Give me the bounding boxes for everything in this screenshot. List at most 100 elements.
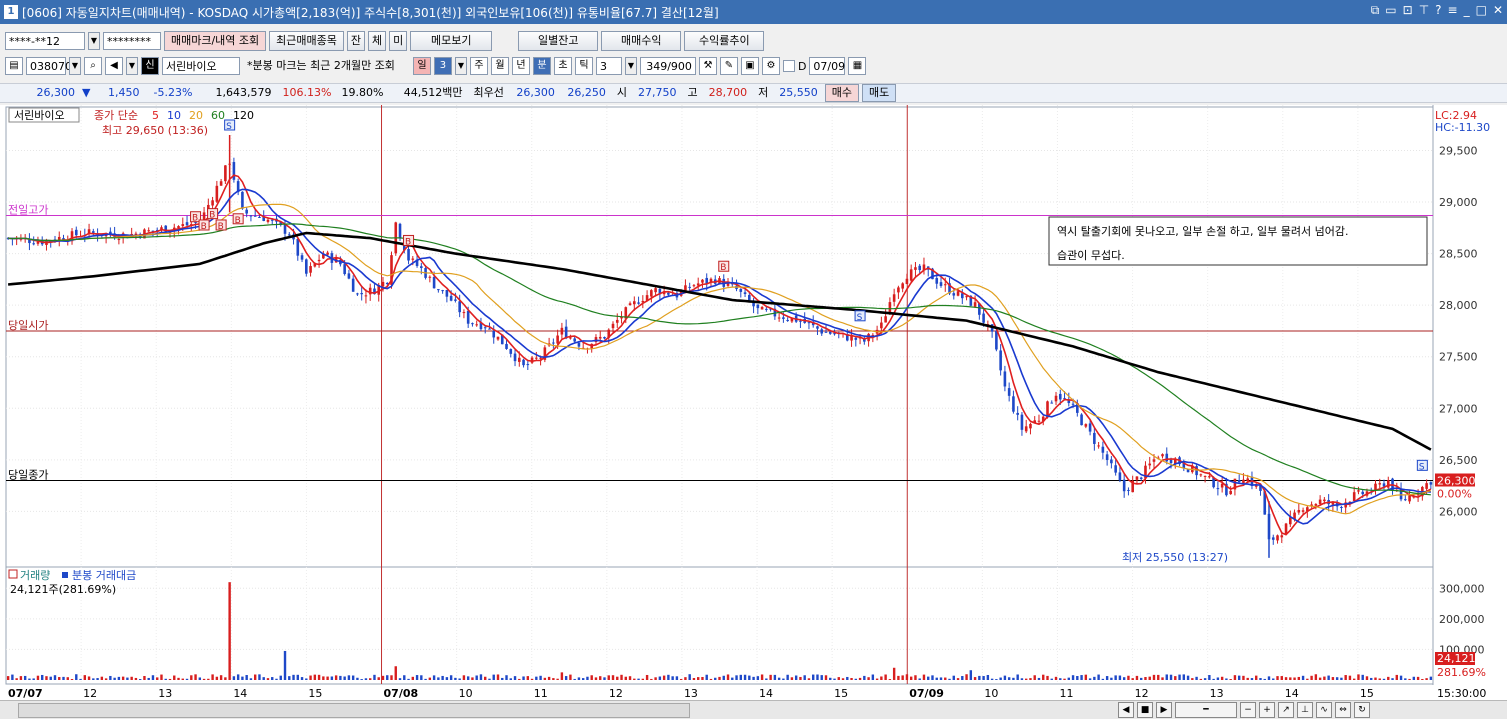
volume-bar <box>799 676 802 680</box>
period-value-field[interactable]: 3 <box>433 57 452 75</box>
date-input[interactable]: 07/09 <box>809 57 846 75</box>
chart-area[interactable]: 전일고가 당일시가 당일종가 29,500 29,000 28,500 28,000 27,… <box>0 105 1507 700</box>
close-icon[interactable]: ✕ <box>1493 3 1503 18</box>
refresh-icon[interactable]: ↻ <box>1354 702 1370 718</box>
chart-style-icon[interactable]: ↗ <box>1278 702 1294 718</box>
return-trend-button[interactable]: 수익률추이 <box>684 31 765 51</box>
interval-input[interactable]: 3 <box>595 57 622 75</box>
period-week-button[interactable]: 주 <box>469 57 488 75</box>
volume-bar <box>181 678 184 680</box>
zoom-slider[interactable]: ━ <box>1175 702 1237 718</box>
candle-body <box>317 259 321 262</box>
fit-icon[interactable]: ⇔ <box>1335 702 1351 718</box>
candle-body <box>28 239 31 244</box>
gear-icon[interactable]: ⚙ <box>761 57 780 75</box>
candle-body <box>573 338 576 342</box>
period-second-button[interactable]: 초 <box>553 57 572 75</box>
minimize-icon[interactable]: _ <box>1464 3 1470 18</box>
stock-code-input[interactable]: 038070 <box>26 57 72 75</box>
trade-profit-button[interactable]: 매매수익 <box>601 31 682 51</box>
speaker-dropdown-icon[interactable]: ▼ <box>126 57 138 75</box>
volume-bar <box>522 676 525 680</box>
volume-bar <box>726 674 730 680</box>
candle-body <box>92 231 95 233</box>
period-day-button[interactable]: 일 <box>412 57 431 75</box>
save-icon[interactable]: ▣ <box>740 57 759 75</box>
candle-style-icon[interactable]: ⊥ <box>1297 702 1313 718</box>
stock-code-dropdown-icon[interactable]: ▼ <box>69 57 81 75</box>
account-input[interactable]: ****-**12 <box>5 32 85 50</box>
sell-button[interactable]: 매도 <box>861 84 897 102</box>
unfilled-button[interactable]: 미 <box>389 31 408 51</box>
candle-body <box>245 209 248 214</box>
prev-icon[interactable]: ◀ <box>1118 702 1134 718</box>
volume-bar <box>87 676 91 680</box>
search-icon[interactable]: ⌕ <box>84 57 102 75</box>
chart-scrollbar[interactable]: ◀ ■ ▶ ━ − + ↗ ⊥ ∿ ⇔ ↻ <box>0 700 1507 719</box>
volume-bar <box>1059 678 1062 680</box>
volume-bar <box>684 677 687 680</box>
volume-bar <box>104 678 108 680</box>
period-minute-button[interactable]: 분 <box>532 57 551 75</box>
volume-bar <box>577 677 581 680</box>
restore-icon[interactable]: □ <box>1476 3 1487 18</box>
candle-body <box>249 215 253 217</box>
volume-bar <box>228 582 231 680</box>
popup-icon[interactable]: ⊡ <box>1403 3 1413 18</box>
recent-items-button[interactable]: 최근매매종목 <box>269 31 344 51</box>
count-field[interactable]: 349/900 <box>639 57 696 75</box>
price-chart[interactable]: 전일고가당일시가당일종가 29,500 29,000 28,500 28,000 27,… <box>0 105 1507 700</box>
pin-icon[interactable]: ⊤ <box>1419 3 1429 18</box>
volume-bar <box>79 678 82 680</box>
interval-dropdown-icon[interactable]: ▼ <box>624 57 637 75</box>
calendar-icon[interactable]: ▦ <box>848 57 867 75</box>
period-year-button[interactable]: 년 <box>511 57 530 75</box>
shrink-icon[interactable]: ▭ <box>1385 3 1396 18</box>
scroll-thumb[interactable] <box>18 703 690 718</box>
volume-bar <box>326 676 329 680</box>
volume-bar <box>313 674 317 680</box>
period-dropdown-icon[interactable]: ▼ <box>454 57 467 75</box>
zoom-out-icon[interactable]: − <box>1240 702 1256 718</box>
memo-button[interactable]: 메모보기 <box>410 31 493 51</box>
volume-bar <box>1421 678 1424 680</box>
speaker-icon[interactable]: ◀ <box>105 57 123 75</box>
period-month-button[interactable]: 월 <box>490 57 509 75</box>
volume-bar <box>1425 678 1428 680</box>
volume-bar <box>961 676 964 680</box>
next-icon[interactable]: ▶ <box>1156 702 1172 718</box>
help-icon[interactable]: ? <box>1435 3 1441 18</box>
volume-bar <box>628 676 632 680</box>
balance-button[interactable]: 잔 <box>346 31 366 51</box>
volume-bar <box>995 679 998 680</box>
stop-icon[interactable]: ■ <box>1137 702 1153 718</box>
candle-body <box>973 302 977 307</box>
volume-bar <box>982 676 985 680</box>
volume-bar <box>739 674 742 680</box>
volume-bar <box>948 678 951 680</box>
filled-button[interactable]: 체 <box>368 31 387 51</box>
line-style-icon[interactable]: ∿ <box>1316 702 1332 718</box>
tools-icon[interactable]: ⚒ <box>698 57 717 75</box>
trade-marks-button[interactable]: 매매마크/내역 조회 <box>164 31 267 51</box>
password-input[interactable]: ******** <box>103 32 161 50</box>
menu-icon[interactable]: ≡ <box>1448 3 1458 18</box>
candle-body <box>615 319 619 323</box>
draw-icon[interactable]: ✎ <box>719 57 738 75</box>
candle-body <box>309 266 312 273</box>
date-checkbox[interactable] <box>782 60 795 72</box>
zoom-in-icon[interactable]: + <box>1259 702 1275 718</box>
price-panel-frame <box>5 106 1434 568</box>
candle-body <box>598 336 602 339</box>
volume-bar <box>41 674 44 680</box>
volume-bar <box>1242 675 1245 680</box>
volume-bar <box>871 674 875 680</box>
account-dropdown-icon[interactable]: ▼ <box>88 32 100 50</box>
daily-balance-button[interactable]: 일별잔고 <box>518 31 599 51</box>
chart-type-icon[interactable]: ▤ <box>5 57 23 75</box>
candle-body <box>569 337 572 339</box>
link-icon[interactable]: ⧉ <box>1371 3 1380 18</box>
period-tick-button[interactable]: 틱 <box>574 57 593 75</box>
buy-button[interactable]: 매수 <box>824 84 859 102</box>
volume-tag-text: 24,121 <box>1437 652 1476 665</box>
